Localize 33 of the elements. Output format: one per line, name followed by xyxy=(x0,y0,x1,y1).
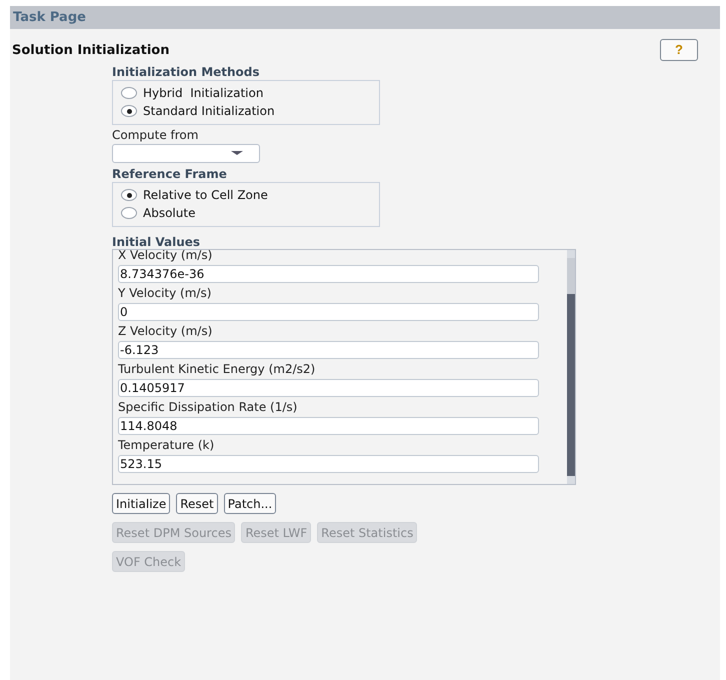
scrollbar[interactable] xyxy=(567,250,575,484)
action-button[interactable]: Initialize xyxy=(112,493,170,514)
action-button[interactable]: Patch... xyxy=(224,493,276,514)
input-field[interactable]: 8.734376e-36 xyxy=(118,265,539,283)
field-label: Y Velocity (m/s) xyxy=(118,286,212,301)
dropdown[interactable] xyxy=(112,144,260,163)
radio-button[interactable] xyxy=(121,207,137,219)
page-title: Solution Initialization xyxy=(12,42,170,58)
field-label: Compute from xyxy=(112,128,198,143)
input-field[interactable]: 523.15 xyxy=(118,455,539,473)
radio-button[interactable] xyxy=(121,189,137,201)
section-title: Reference Frame xyxy=(112,167,227,181)
action-button[interactable]: Reset xyxy=(176,493,218,514)
field-label: Turbulent Kinetic Energy (m2/s2) xyxy=(118,362,316,377)
input-field[interactable]: 0 xyxy=(118,303,539,321)
field-label: Specific Dissipation Rate (1/s) xyxy=(118,400,298,415)
input-field[interactable]: -6.123 xyxy=(118,341,539,359)
radio-button[interactable] xyxy=(121,87,137,99)
section-title: Initialization Methods xyxy=(112,65,260,79)
field-label: X Velocity (m/s) xyxy=(118,250,212,263)
field-label: Temperature (k) xyxy=(118,438,214,453)
radio-label: Relative to Cell Zone xyxy=(143,188,268,202)
radio-button[interactable] xyxy=(121,105,137,117)
input-field[interactable]: 114.8048 xyxy=(118,417,539,435)
radio-label: Hybrid Initialization xyxy=(143,86,264,100)
panel-title: Task Page xyxy=(13,10,86,25)
radio-label: Absolute xyxy=(143,206,196,220)
scrollbar-thumb[interactable] xyxy=(567,294,575,476)
caret-icon xyxy=(231,151,243,155)
radio-label: Standard Initialization xyxy=(143,104,275,118)
section-title: Initial Values xyxy=(112,235,200,249)
field-label: Z Velocity (m/s) xyxy=(118,324,212,339)
input-field[interactable]: 0.1405917 xyxy=(118,379,539,397)
